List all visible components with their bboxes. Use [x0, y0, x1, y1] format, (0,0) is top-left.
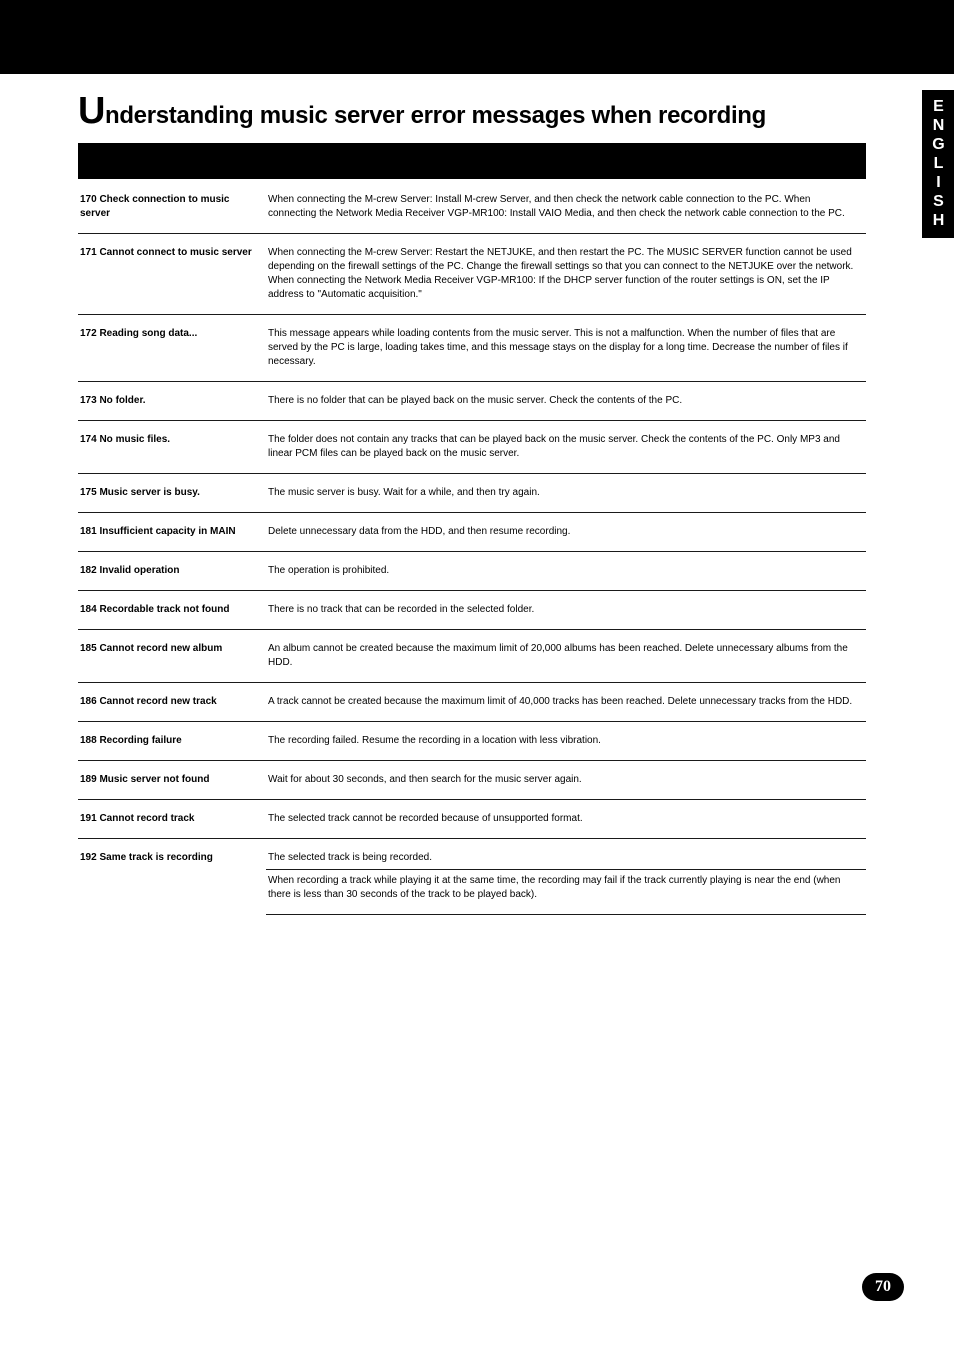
page-root: ENGLISH U nderstanding music server erro… — [0, 0, 954, 1355]
error-code: 191 Cannot record track — [80, 813, 195, 824]
error-desc: When connecting the M-crew Server: Resta… — [266, 234, 866, 315]
language-side-tab: ENGLISH — [922, 90, 954, 238]
error-desc: This message appears while loading conte… — [266, 315, 866, 382]
table-row: 188 Recording failure The recording fail… — [78, 722, 866, 761]
header-black-bar — [0, 0, 954, 74]
table-row: 181 Insufficient capacity in MAIN Delete… — [78, 513, 866, 552]
table-row: 170 Check connection to music server Whe… — [78, 181, 866, 234]
error-desc: Delete unnecessary data from the HDD, an… — [266, 513, 866, 552]
error-desc: A track cannot be created because the ma… — [266, 683, 866, 722]
error-desc: The folder does not contain any tracks t… — [266, 421, 866, 474]
table-row: 185 Cannot record new album An album can… — [78, 630, 866, 683]
error-desc: The operation is prohibited. — [266, 552, 866, 591]
error-code: 185 Cannot record new album — [80, 643, 222, 654]
error-desc: The selected track cannot be recorded be… — [266, 800, 866, 839]
error-desc: An album cannot be created because the m… — [266, 630, 866, 683]
error-code: 173 No folder. — [80, 395, 146, 406]
error-code: 171 Cannot connect to music server — [80, 247, 252, 258]
error-code: 192 Same track is recording — [80, 852, 213, 863]
error-code: 181 Insufficient capacity in MAIN — [80, 526, 236, 537]
error-desc: Wait for about 30 seconds, and then sear… — [266, 761, 866, 800]
language-side-tab-label: ENGLISH — [929, 98, 947, 231]
error-code: 188 Recording failure — [80, 735, 182, 746]
error-code: 189 Music server not found — [80, 774, 209, 785]
error-code: 175 Music server is busy. — [80, 487, 200, 498]
page-number-badge: 70 — [862, 1273, 904, 1301]
table-row: 191 Cannot record track The selected tra… — [78, 800, 866, 839]
error-desc: The recording failed. Resume the recordi… — [266, 722, 866, 761]
table-row: 184 Recordable track not found There is … — [78, 591, 866, 630]
error-code: 184 Recordable track not found — [80, 604, 229, 615]
table-row: 186 Cannot record new track A track cann… — [78, 683, 866, 722]
page-title: U nderstanding music server error messag… — [78, 90, 866, 133]
table-row: 175 Music server is busy. The music serv… — [78, 474, 866, 513]
error-code: 170 Check connection to music server — [80, 194, 230, 219]
error-desc: When connecting the M-crew Server: Insta… — [266, 181, 866, 234]
page-number: 70 — [875, 1278, 891, 1296]
table-row: 182 Invalid operation The operation is p… — [78, 552, 866, 591]
error-desc: There is no track that can be recorded i… — [266, 591, 866, 630]
error-desc: There is no folder that can be played ba… — [266, 382, 866, 421]
error-code: 186 Cannot record new track — [80, 696, 217, 707]
table-row: 192 Same track is recording The selected… — [78, 839, 866, 870]
error-code: 172 Reading song data... — [80, 328, 197, 339]
table-row: 174 No music files. The folder does not … — [78, 421, 866, 474]
page-title-dropcap: U — [78, 90, 105, 133]
table-row: 189 Music server not found Wait for abou… — [78, 761, 866, 800]
error-desc: The music server is busy. Wait for a whi… — [266, 474, 866, 513]
table-row: 173 No folder. There is no folder that c… — [78, 382, 866, 421]
table-row: 172 Reading song data... This message ap… — [78, 315, 866, 382]
table-header-bar — [78, 143, 866, 179]
content-area: U nderstanding music server error messag… — [78, 90, 866, 915]
page-title-rest: nderstanding music server error messages… — [105, 102, 766, 130]
error-table: 170 Check connection to music server Whe… — [78, 181, 866, 915]
error-code: 174 No music files. — [80, 434, 170, 445]
error-code: 182 Invalid operation — [80, 565, 179, 576]
table-row: 171 Cannot connect to music server When … — [78, 234, 866, 315]
error-desc: The selected track is being recorded. — [266, 839, 866, 870]
error-desc: When recording a track while playing it … — [266, 870, 866, 915]
